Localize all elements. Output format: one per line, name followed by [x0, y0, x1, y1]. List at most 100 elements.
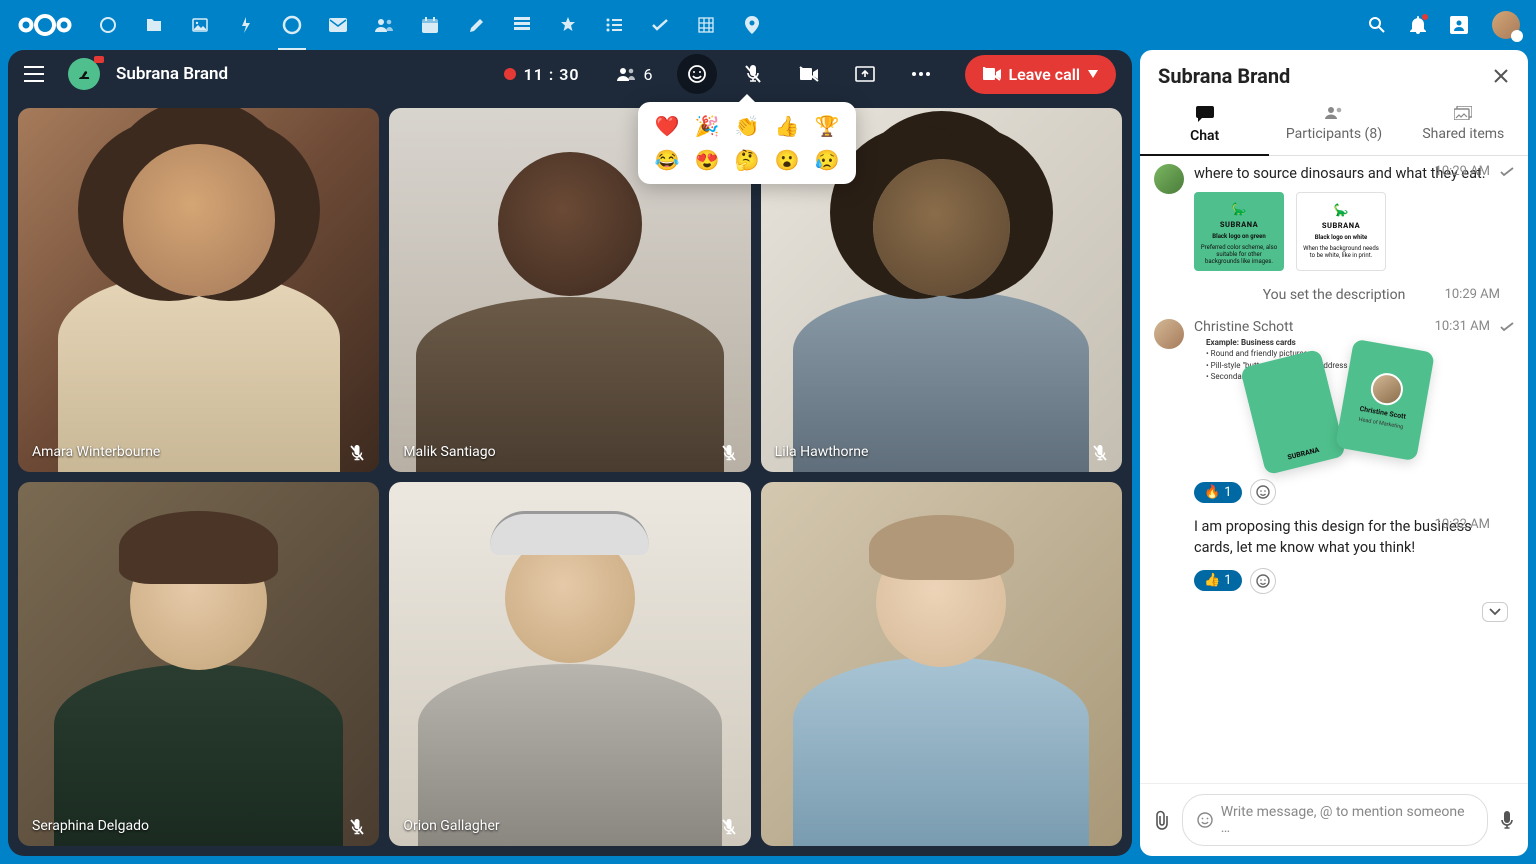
call-duration: 11 : 30 [524, 65, 580, 84]
sidebar-tabs: Chat Participants (8) Shared items [1140, 92, 1528, 156]
record-dot-icon [504, 68, 516, 80]
app-contacts-icon[interactable] [374, 15, 394, 35]
reactions-button[interactable] [677, 54, 717, 94]
participant-name: Seraphina Delgado [32, 818, 149, 834]
app-activity-icon[interactable] [236, 15, 256, 35]
recording-indicator: 11 : 30 [504, 65, 580, 84]
search-icon[interactable] [1368, 16, 1386, 34]
screen-share-button[interactable] [845, 54, 885, 94]
attach-file-button[interactable] [1154, 810, 1170, 830]
brand-preview-green[interactable]: 🦕 SUBRANA Black logo on green Preferred … [1194, 192, 1284, 271]
tab-participants[interactable]: Participants (8) [1269, 92, 1398, 155]
mic-off-icon [744, 64, 762, 84]
app-talk-icon[interactable] [282, 15, 302, 35]
participant-count[interactable]: 6 [616, 65, 653, 84]
more-options-button[interactable] [901, 54, 941, 94]
screen-share-icon [855, 66, 875, 82]
reaction-clap[interactable]: 👏 [732, 114, 762, 138]
mic-muted-icon [721, 818, 737, 836]
mic-muted-icon [349, 444, 365, 462]
topbar-right-actions [1368, 11, 1520, 39]
camera-leave-icon [983, 67, 1001, 81]
reaction-thumbsup[interactable]: 👍 [772, 114, 802, 138]
reaction-party[interactable]: 🎉 [692, 114, 722, 138]
video-tile[interactable]: Seraphina Delgado [18, 482, 379, 846]
message-time: 10:32 AM [1435, 517, 1490, 532]
app-mail-icon[interactable] [328, 15, 348, 35]
video-tile-self[interactable] [761, 482, 1122, 846]
reaction-chip[interactable]: 🔥1 [1194, 482, 1242, 503]
voice-message-button[interactable] [1500, 810, 1514, 830]
app-list-icon[interactable] [604, 15, 624, 35]
app-deck-icon[interactable] [512, 15, 532, 35]
reaction-chip[interactable]: 👍1 [1194, 570, 1242, 591]
call-title: Subrana Brand [116, 64, 228, 84]
video-grid: Amara Winterbourne Malik Santiago Lila H… [8, 98, 1132, 856]
app-notes-icon[interactable] [466, 15, 486, 35]
app-bookmarks-icon[interactable] [558, 15, 578, 35]
reaction-sad[interactable]: 😥 [812, 148, 842, 172]
participant-name: Lila Hawthorne [775, 444, 869, 460]
add-reaction-button[interactable] [1250, 568, 1276, 594]
reaction-joy[interactable]: 😂 [652, 148, 682, 172]
app-files-icon[interactable] [144, 15, 164, 35]
reaction-trophy[interactable]: 🏆 [812, 114, 842, 138]
camera-off-button[interactable] [789, 54, 829, 94]
mic-muted-icon [1092, 444, 1108, 462]
top-navigation-bar [0, 0, 1536, 50]
participant-name: Amara Winterbourne [32, 444, 160, 460]
reaction-hearteyes[interactable]: 😍 [692, 148, 722, 172]
chat-message: where to source dinosaurs and what they … [1154, 164, 1514, 271]
tab-chat[interactable]: Chat [1140, 92, 1269, 156]
video-tile[interactable]: Amara Winterbourne [18, 108, 379, 472]
camera-off-icon [799, 66, 819, 82]
system-message: You set the description 10:29 AM [1154, 287, 1514, 303]
app-maps-icon[interactable] [742, 15, 762, 35]
hamburger-icon[interactable] [24, 66, 44, 82]
message-input-placeholder: Write message, @ to mention someone … [1221, 804, 1473, 836]
smile-icon [687, 64, 707, 84]
app-calendar-icon[interactable] [420, 15, 440, 35]
close-icon[interactable] [1492, 67, 1510, 85]
user-avatar[interactable] [1492, 11, 1520, 39]
app-dashboard-icon[interactable] [98, 15, 118, 35]
participant-count-value: 6 [644, 65, 653, 84]
app-photos-icon[interactable] [190, 15, 210, 35]
app-tables-icon[interactable] [696, 15, 716, 35]
participant-name: Malik Santiago [403, 444, 495, 460]
conversation-avatar[interactable] [68, 58, 100, 90]
message-avatar[interactable] [1154, 164, 1184, 194]
message-input[interactable]: Write message, @ to mention someone … [1182, 794, 1488, 846]
message-time: 10:31 AM [1435, 319, 1490, 334]
add-reaction-button[interactable] [1250, 479, 1276, 505]
brand-preview-white[interactable]: 🦕 SUBRANA Black logo on white When the b… [1296, 192, 1386, 271]
mute-mic-button[interactable] [733, 54, 773, 94]
contacts-menu-icon[interactable] [1450, 16, 1468, 34]
tab-shared-label: Shared items [1422, 126, 1504, 142]
video-tile[interactable]: Orion Gallagher [389, 482, 750, 846]
tab-chat-label: Chat [1190, 128, 1219, 144]
attachment-row: 🦕 SUBRANA Black logo on green Preferred … [1194, 192, 1514, 271]
participant-name: Orion Gallagher [403, 818, 499, 834]
reaction-thinking[interactable]: 🤔 [732, 148, 762, 172]
sidebar-header: Subrana Brand [1140, 50, 1528, 92]
mic-muted-icon [349, 818, 365, 836]
chat-sidebar: Subrana Brand Chat Participants (8) Shar… [1140, 50, 1528, 856]
dots-icon [911, 71, 931, 77]
reaction-surprise[interactable]: 😮 [772, 148, 802, 172]
leave-call-button[interactable]: Leave call [965, 55, 1116, 94]
notifications-icon[interactable] [1410, 16, 1426, 34]
reaction-heart[interactable]: ❤️ [652, 114, 682, 138]
call-panel: Subrana Brand 11 : 30 6 [8, 50, 1132, 856]
call-header: Subrana Brand 11 : 30 6 [8, 50, 1132, 98]
gallery-icon [1454, 106, 1472, 120]
chat-messages: where to source dinosaurs and what they … [1140, 156, 1528, 783]
sidebar-title: Subrana Brand [1158, 64, 1492, 88]
leave-call-label: Leave call [1009, 65, 1080, 84]
message-avatar[interactable] [1154, 319, 1184, 349]
app-tasks-icon[interactable] [650, 15, 670, 35]
nextcloud-logo[interactable] [16, 10, 74, 40]
business-card-preview[interactable]: Example: Business cards • Round and frie… [1234, 339, 1444, 469]
scroll-down-button[interactable] [1482, 602, 1508, 622]
tab-shared[interactable]: Shared items [1399, 92, 1528, 155]
